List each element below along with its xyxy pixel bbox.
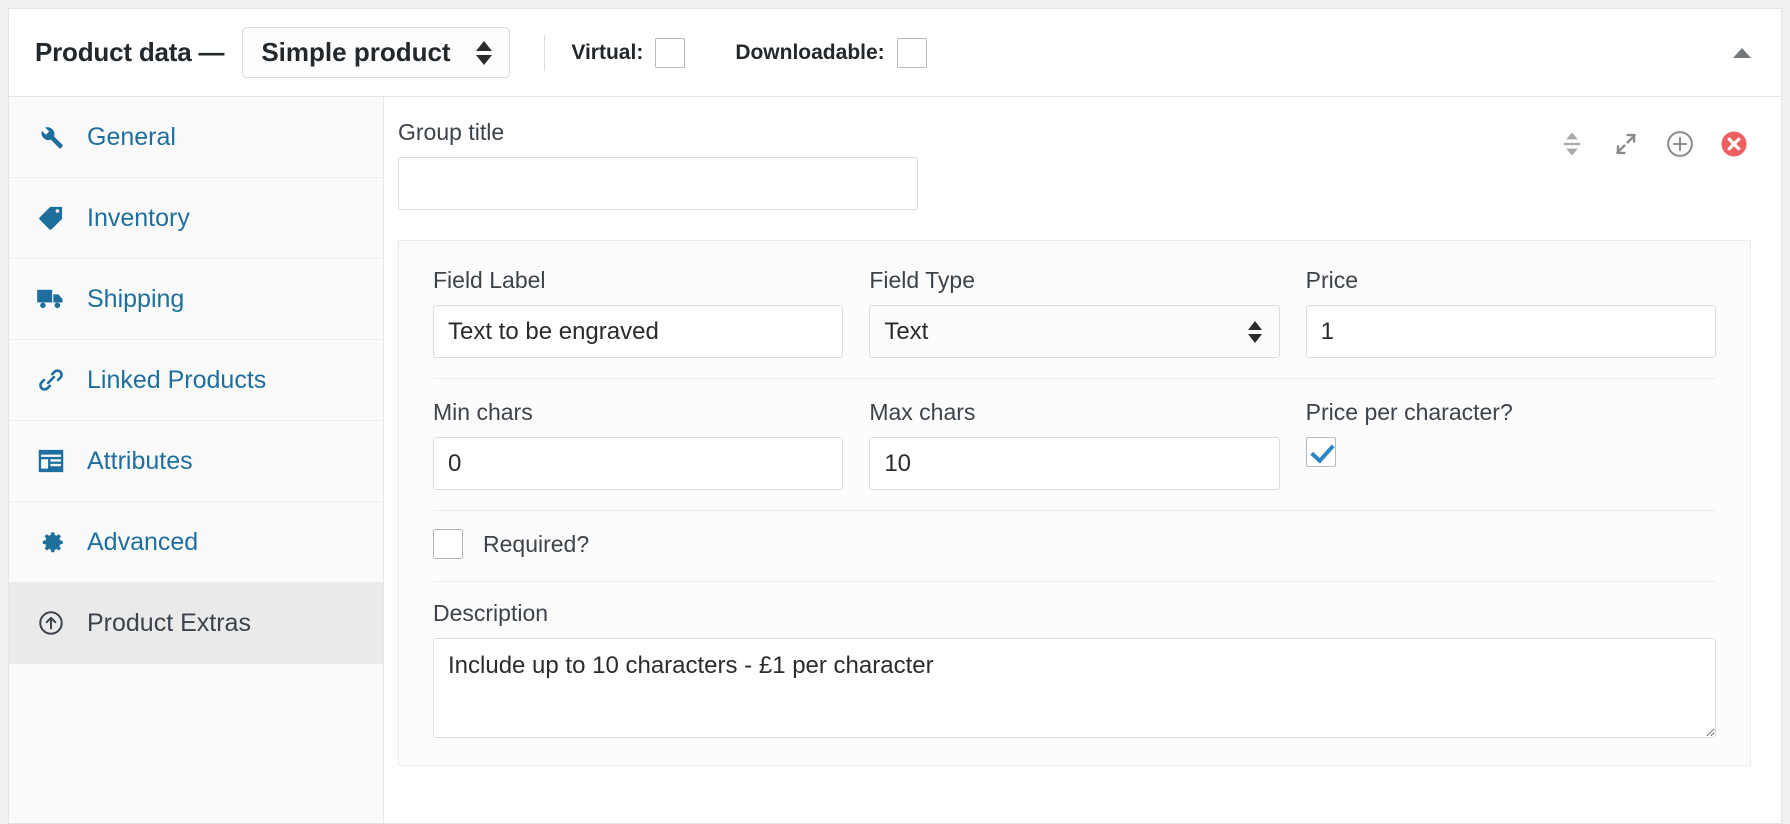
field-settings-box: Field Label Field Type Text bbox=[398, 240, 1751, 766]
sidebar-item-label: Advanced bbox=[87, 527, 199, 556]
sidebar-item-general[interactable]: General bbox=[9, 97, 383, 178]
price-per-character-checkbox[interactable] bbox=[1305, 437, 1336, 467]
downloadable-label: Downloadable: bbox=[735, 40, 885, 64]
link-icon bbox=[33, 365, 69, 395]
max-chars-input[interactable] bbox=[869, 437, 1280, 490]
truck-icon bbox=[33, 284, 69, 314]
field-type-select[interactable]: Text bbox=[869, 305, 1280, 358]
description-label: Description bbox=[433, 600, 549, 626]
triangle-up-icon bbox=[1733, 47, 1751, 58]
required-checkbox[interactable] bbox=[433, 529, 463, 559]
required-label: Required? bbox=[483, 530, 590, 557]
sidebar-item-shipping[interactable]: Shipping bbox=[9, 259, 383, 340]
sidebar-item-product-extras[interactable]: Product Extras bbox=[9, 583, 383, 664]
add-circle-icon[interactable] bbox=[1663, 127, 1697, 161]
field-label-input[interactable] bbox=[433, 305, 844, 358]
product-data-tabs: General Inventory Shipping Linked Produc… bbox=[9, 97, 384, 823]
sidebar-item-label: Product Extras bbox=[87, 608, 251, 637]
group-title-input[interactable] bbox=[398, 157, 918, 210]
virtual-label: Virtual: bbox=[571, 40, 644, 64]
sidebar-item-label: Attributes bbox=[87, 446, 193, 475]
virtual-checkbox-row[interactable]: Virtual: bbox=[571, 37, 686, 68]
remove-circle-icon[interactable] bbox=[1717, 127, 1751, 161]
group-title-label: Group title bbox=[398, 119, 505, 145]
product-type-select-wrapper: Simple product bbox=[242, 26, 511, 79]
price-label: Price bbox=[1305, 267, 1359, 293]
sort-handle-icon[interactable] bbox=[1555, 127, 1589, 161]
min-chars-field: Min chars bbox=[433, 399, 844, 490]
product-extras-content: Group title Field Label Text to be engra… bbox=[384, 97, 1781, 823]
sidebar-item-label: General bbox=[87, 122, 176, 151]
field-type-select-wrapper: Text bbox=[869, 305, 1280, 358]
field-label-field: Field Label bbox=[433, 267, 844, 358]
downloadable-checkbox[interactable] bbox=[896, 37, 927, 68]
group-header: Group title bbox=[398, 119, 1751, 210]
group-title-field: Group title bbox=[398, 119, 1527, 210]
max-chars-label: Max chars bbox=[869, 399, 976, 425]
sidebar-filler bbox=[9, 664, 383, 823]
sidebar-item-advanced[interactable]: Advanced bbox=[9, 502, 383, 583]
field-label-label: Field Label bbox=[433, 267, 546, 293]
field-row-primary: Field Label Field Type Text bbox=[433, 267, 1716, 378]
min-chars-input[interactable] bbox=[433, 437, 844, 490]
panel-collapse-toggle[interactable] bbox=[1725, 36, 1759, 70]
price-per-character-field: Price per character? bbox=[1305, 399, 1716, 490]
sidebar-item-linked-products[interactable]: Linked Products bbox=[9, 340, 383, 421]
collapse-icon[interactable] bbox=[1609, 127, 1643, 161]
tag-icon bbox=[33, 203, 69, 233]
price-field: Price bbox=[1305, 267, 1716, 358]
sidebar-item-inventory[interactable]: Inventory bbox=[9, 178, 383, 259]
price-input[interactable] bbox=[1305, 305, 1716, 358]
group-tools bbox=[1527, 127, 1751, 161]
header-divider bbox=[544, 34, 546, 71]
downloadable-checkbox-row[interactable]: Downloadable: bbox=[735, 37, 927, 68]
page-title: Product data — bbox=[35, 37, 225, 67]
product-type-select[interactable]: Simple product bbox=[242, 26, 511, 79]
field-row-chars: Min chars Max chars Price per character? bbox=[433, 378, 1716, 510]
field-row-required: Required? bbox=[433, 510, 1716, 581]
product-data-panel: Product data — Simple product Virtual: D… bbox=[8, 8, 1782, 824]
max-chars-field: Max chars bbox=[869, 399, 1280, 490]
list-window-icon bbox=[33, 446, 69, 476]
sidebar-item-attributes[interactable]: Attributes bbox=[9, 421, 383, 502]
field-type-label: Field Type bbox=[869, 267, 976, 293]
field-type-field: Field Type Text bbox=[869, 267, 1280, 358]
panel-body: General Inventory Shipping Linked Produc… bbox=[9, 97, 1781, 823]
panel-header: Product data — Simple product Virtual: D… bbox=[9, 9, 1781, 97]
description-textarea[interactable] bbox=[433, 638, 1716, 738]
sidebar-item-label: Shipping bbox=[87, 284, 185, 313]
sidebar-item-label: Inventory bbox=[87, 203, 190, 232]
virtual-checkbox[interactable] bbox=[655, 37, 686, 68]
price-per-character-label: Price per character? bbox=[1305, 399, 1513, 425]
sidebar-item-label: Linked Products bbox=[87, 365, 267, 394]
min-chars-label: Min chars bbox=[433, 399, 533, 425]
gear-icon bbox=[33, 527, 69, 557]
required-checkbox-row[interactable]: Required? bbox=[433, 529, 589, 559]
circle-arrow-up-icon bbox=[33, 608, 69, 638]
description-field: Description bbox=[433, 581, 1716, 743]
wrench-icon bbox=[33, 122, 69, 152]
